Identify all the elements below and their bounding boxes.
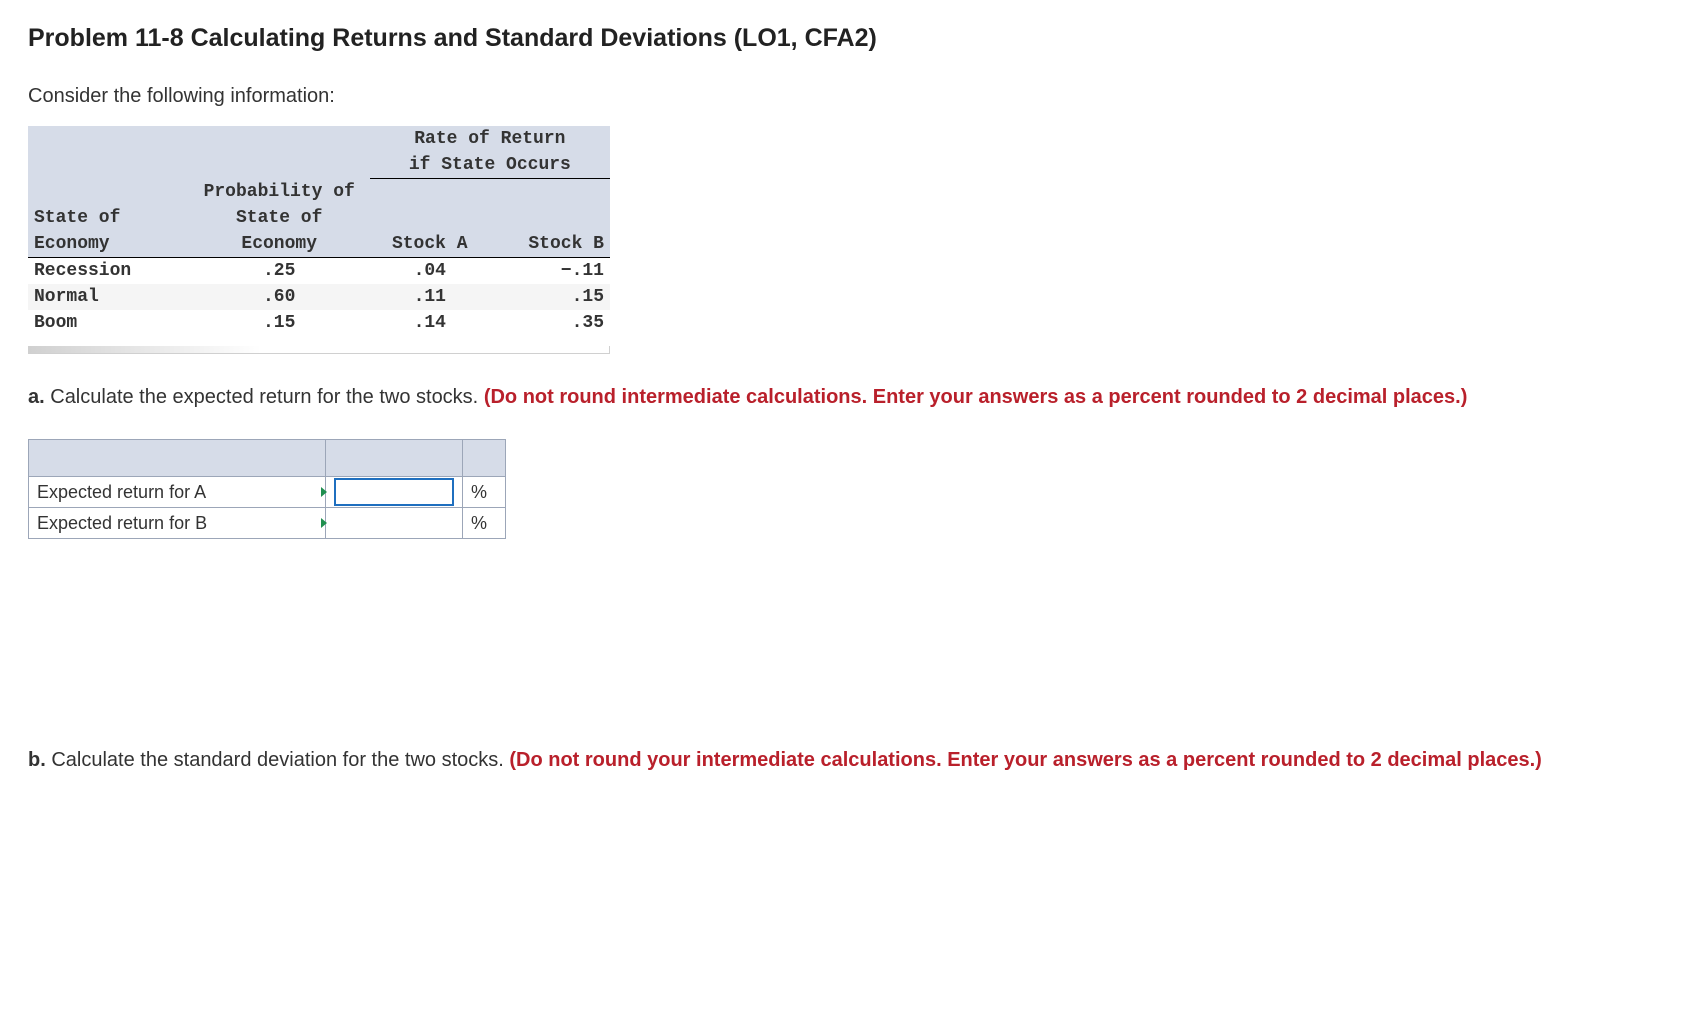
col-prob-line3: Economy: [241, 234, 317, 254]
data-table: Rate of Return if State Occurs Probabili…: [28, 126, 610, 336]
page-title: Problem 11-8 Calculating Returns and Sta…: [28, 24, 1660, 53]
answer-table: Expected return for A % Expected return …: [28, 439, 506, 539]
col-stock-a: Stock A: [392, 234, 468, 254]
question-b-text: Calculate the standard deviation for the…: [46, 749, 510, 771]
expected-return-a-input[interactable]: [334, 478, 454, 506]
col-stock-b: Stock B: [528, 234, 604, 254]
answer-input-cell-b[interactable]: [326, 508, 463, 539]
question-a-label: a.: [28, 386, 45, 408]
answer-header-blank2: [326, 440, 463, 477]
expected-return-b-input[interactable]: [334, 509, 454, 537]
question-a-text: Calculate the expected return for the tw…: [45, 386, 484, 408]
col-prob-line2: State of: [236, 208, 322, 228]
answer-row-b: Expected return for B %: [29, 508, 506, 539]
question-b-label: b.: [28, 749, 46, 771]
answer-row-a: Expected return for A %: [29, 477, 506, 508]
table-row: Recession .25 .04 −.11: [28, 258, 610, 285]
chevron-right-icon: [321, 518, 327, 528]
answer-header-blank1: [29, 440, 326, 477]
answer-header-blank3: [463, 440, 506, 477]
chevron-right-icon: [321, 487, 327, 497]
answer-unit-b: %: [463, 508, 506, 539]
rate-header-line2: if State Occurs: [409, 155, 571, 175]
col-state-line2: Economy: [34, 234, 110, 254]
answer-input-cell-a[interactable]: [326, 477, 463, 508]
table-row: Boom .15 .14 .35: [28, 310, 610, 336]
question-b-instruction: (Do not round your intermediate calculat…: [509, 749, 1541, 771]
table-row: Normal .60 .11 .15: [28, 284, 610, 310]
question-a: a. Calculate the expected return for the…: [28, 384, 1660, 411]
answer-label-a: Expected return for A: [29, 477, 326, 508]
horizontal-scroll-hint: [28, 346, 610, 354]
question-b: b. Calculate the standard deviation for …: [28, 747, 1660, 774]
answer-unit-a: %: [463, 477, 506, 508]
answer-label-b: Expected return for B: [29, 508, 326, 539]
question-a-instruction: (Do not round intermediate calculations.…: [484, 386, 1468, 408]
rate-header-line1: Rate of Return: [414, 129, 565, 149]
intro-text: Consider the following information:: [28, 85, 1660, 108]
col-state-line1: State of: [34, 208, 120, 228]
col-prob-line1: Probability of: [204, 182, 355, 202]
